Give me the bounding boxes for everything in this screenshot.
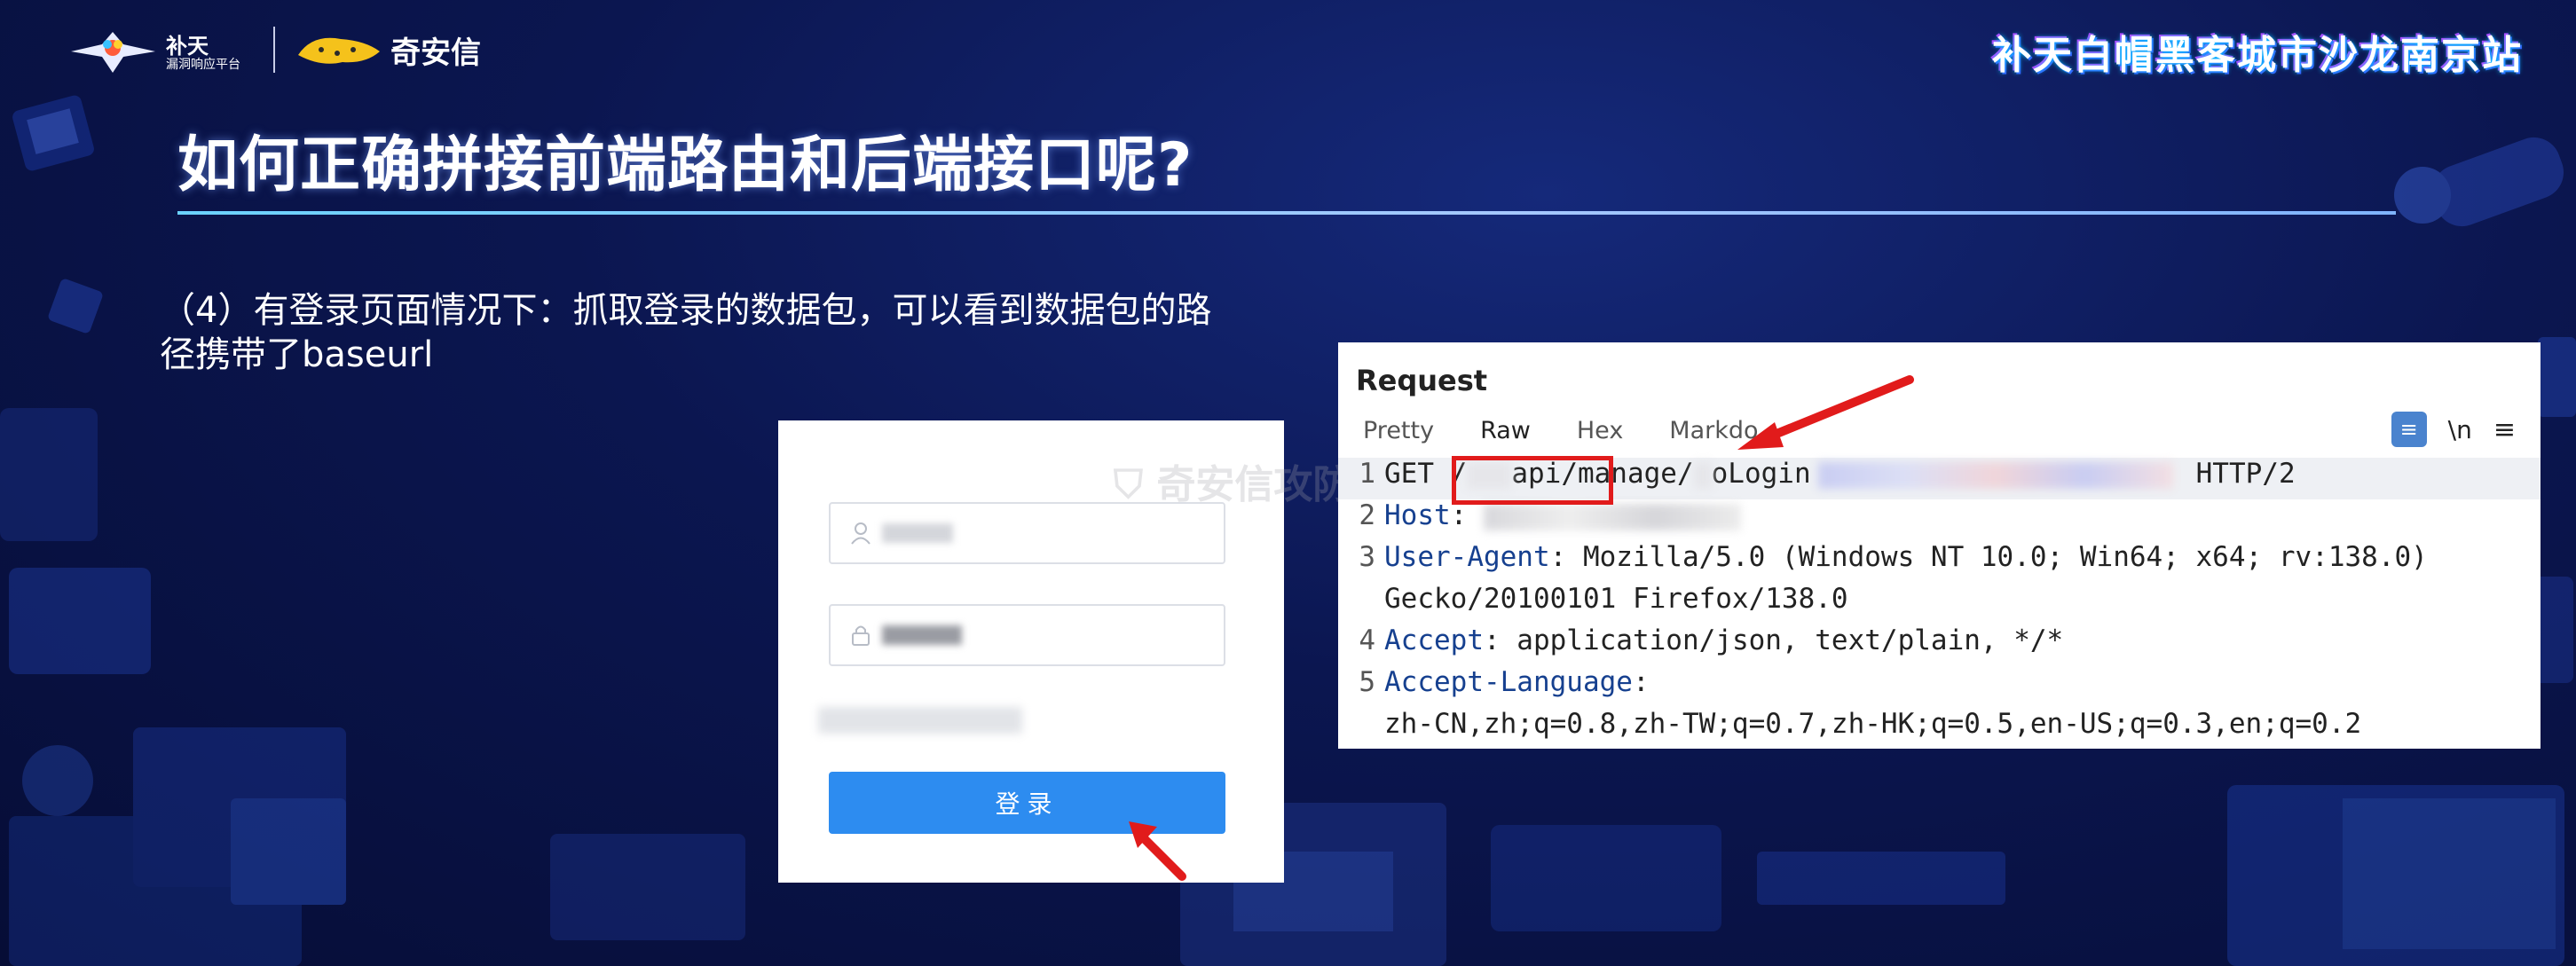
line-number: 3 bbox=[1359, 541, 1375, 573]
header-value: zh-CN,zh;q=0.8,zh-TW;q=0.7,zh-HK;q=0.5,e… bbox=[1384, 708, 2362, 740]
header-key: User-Agent bbox=[1384, 541, 1550, 573]
slide-description: （4）有登录页面情况下：抓取登录的数据包，可以看到数据包的路径携带了baseur… bbox=[160, 290, 1212, 375]
event-title: 补天白帽黑客城市沙龙南京站 bbox=[1992, 33, 2523, 78]
http-version: HTTP/2 bbox=[2195, 458, 2296, 490]
line-number: 2 bbox=[1359, 499, 1375, 531]
request-tabs: Pretty Raw Hex Markdo bbox=[1363, 417, 1759, 444]
butian-logo: 补天 漏洞响应平台 bbox=[67, 25, 262, 76]
watermark-shield-icon: ⛉ bbox=[1114, 462, 1157, 507]
menu-icon[interactable]: ≡ bbox=[2493, 414, 2516, 445]
title-underline bbox=[177, 211, 2396, 215]
header-value: : application/json, text/plain, */* bbox=[1483, 624, 2064, 656]
request-line: 5 Accept-Language: bbox=[1338, 666, 2541, 708]
captcha-redacted bbox=[818, 707, 1022, 734]
request-title: Request bbox=[1356, 364, 1488, 397]
line-number bbox=[1338, 583, 1375, 624]
header-value: : Mozilla/5.0 (Windows NT 10.0; Win64; x… bbox=[1549, 541, 2428, 573]
line-content: User-Agent: Mozilla/5.0 (Windows NT 10.0… bbox=[1375, 541, 2428, 583]
request-toolbar: ≡ \n ≡ bbox=[2391, 412, 2516, 447]
tab-raw[interactable]: Raw bbox=[1480, 417, 1531, 444]
line-content: zh-CN,zh;q=0.8,zh-TW;q=0.7,zh-HK;q=0.5,e… bbox=[1375, 708, 2361, 750]
redacted-block bbox=[1483, 503, 1741, 530]
highlight-box bbox=[1452, 456, 1613, 505]
request-panel: Request Pretty Raw Hex Markdo ≡ \n ≡ 1 GE… bbox=[1338, 342, 2541, 749]
username-redacted bbox=[882, 523, 953, 543]
redacted-block bbox=[1817, 461, 2173, 489]
arrow-to-request-path bbox=[1737, 375, 1914, 450]
request-line: 2 Host: bbox=[1338, 499, 2541, 541]
password-redacted bbox=[882, 625, 962, 645]
header-key: Accept bbox=[1384, 624, 1484, 656]
tab-hex[interactable]: Hex bbox=[1577, 417, 1623, 444]
header-value: Gecko/20100101 Firefox/138.0 bbox=[1384, 583, 1848, 615]
qianxin-name: 奇安信 bbox=[390, 35, 481, 71]
qianxin-logo: 奇安信 bbox=[295, 27, 481, 73]
user-icon bbox=[850, 522, 873, 545]
header-key: Accept-Language bbox=[1384, 666, 1633, 698]
line-content: Accept-Language: bbox=[1375, 666, 1650, 708]
tab-pretty[interactable]: Pretty bbox=[1363, 417, 1434, 444]
line-content: Accept: application/json, text/plain, */… bbox=[1375, 624, 2063, 666]
request-line: Gecko/20100101 Firefox/138.0 bbox=[1338, 583, 2541, 624]
request-line: 3 User-Agent: Mozilla/5.0 (Windows NT 10.… bbox=[1338, 541, 2541, 583]
butian-wing-icon bbox=[71, 32, 155, 73]
header-value: : bbox=[1632, 666, 1650, 698]
header-key: Host bbox=[1384, 499, 1451, 531]
redacted-block bbox=[1693, 461, 1712, 489]
page-title: 如何正确拼接前端路由和后端接口呢? bbox=[177, 130, 1193, 200]
butian-subtitle: 漏洞响应平台 bbox=[166, 58, 240, 72]
line-content: Host: bbox=[1375, 499, 1741, 541]
password-field[interactable] bbox=[829, 604, 1225, 666]
lock-icon bbox=[850, 624, 873, 647]
request-line: 4 Accept: application/json, text/plain, *… bbox=[1338, 624, 2541, 666]
header-value: oLogin bbox=[1711, 458, 1811, 490]
line-content: Gecko/20100101 Firefox/138.0 bbox=[1375, 583, 1848, 624]
arrow-to-login-button bbox=[1129, 821, 1186, 881]
line-number: 1 bbox=[1359, 458, 1375, 490]
username-field[interactable] bbox=[829, 502, 1225, 564]
request-line: zh-CN,zh;q=0.8,zh-TW;q=0.7,zh-HK;q=0.5,e… bbox=[1338, 708, 2541, 750]
line-number: 5 bbox=[1359, 666, 1375, 698]
wrap-lines-icon[interactable]: ≡ bbox=[2391, 412, 2427, 447]
line-number bbox=[1338, 708, 1375, 750]
brand-divider bbox=[273, 27, 275, 73]
qianxin-leopard-icon bbox=[298, 37, 380, 64]
line-number: 4 bbox=[1359, 624, 1375, 656]
show-newlines-button[interactable]: \n bbox=[2448, 415, 2472, 444]
